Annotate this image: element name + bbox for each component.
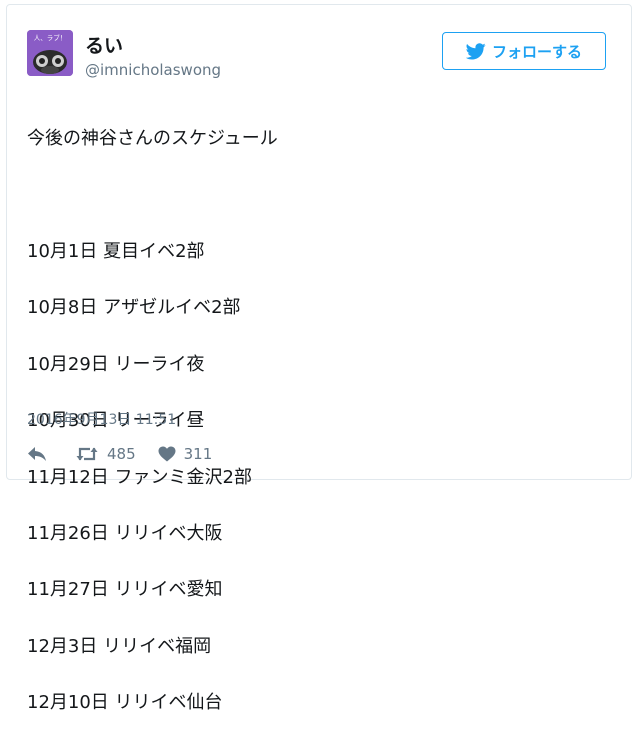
tweet-line: 今後の神谷さんのスケジュール xyxy=(27,128,278,150)
avatar-caption: 人、ラブ！ xyxy=(34,33,67,42)
follow-button[interactable]: フォローする xyxy=(442,32,606,70)
retweet-icon xyxy=(75,446,99,462)
author-display-name[interactable]: るい xyxy=(85,31,123,58)
tweet-timestamp[interactable]: 2016年9月13日 11:51 xyxy=(27,409,176,429)
tweet-line: 10月29日 リーライ夜 xyxy=(27,353,205,375)
author-handle[interactable]: @imnicholaswong xyxy=(85,61,221,79)
tweet-line: 12月3日 リリイベ福岡 xyxy=(27,635,212,657)
tweet-line: 10月1日 夏目イベ2部 xyxy=(27,240,205,262)
reply-button[interactable] xyxy=(27,446,47,462)
follow-button-label: フォローする xyxy=(491,42,582,61)
twitter-bird-icon xyxy=(465,42,486,60)
tweet-actions: 485 311 xyxy=(27,445,212,463)
like-count: 311 xyxy=(183,445,213,463)
tweet-line: 10月8日 アザゼルイベ2部 xyxy=(27,297,241,319)
avatar[interactable]: 人、ラブ！ xyxy=(27,30,73,76)
avatar-image: 人、ラブ！ xyxy=(27,30,73,76)
heart-icon xyxy=(158,446,176,462)
retweet-button[interactable]: 485 xyxy=(75,445,136,463)
tweet-line: 11月26日 リリイベ大阪 xyxy=(27,522,223,544)
tweet-line: 11月27日 リリイベ愛知 xyxy=(27,579,223,601)
tweet-line xyxy=(27,182,278,210)
like-button[interactable]: 311 xyxy=(158,445,213,463)
tweet-card: 人、ラブ！ るい @imnicholaswong フォローする 今後の神谷さんの… xyxy=(6,4,632,713)
tweet-line: 11月12日 ファンミ金沢2部 xyxy=(27,466,252,488)
reply-icon xyxy=(27,446,47,462)
tweet-line: 12月10日 リリイベ仙台 xyxy=(27,692,223,714)
retweet-count: 485 xyxy=(107,445,136,463)
